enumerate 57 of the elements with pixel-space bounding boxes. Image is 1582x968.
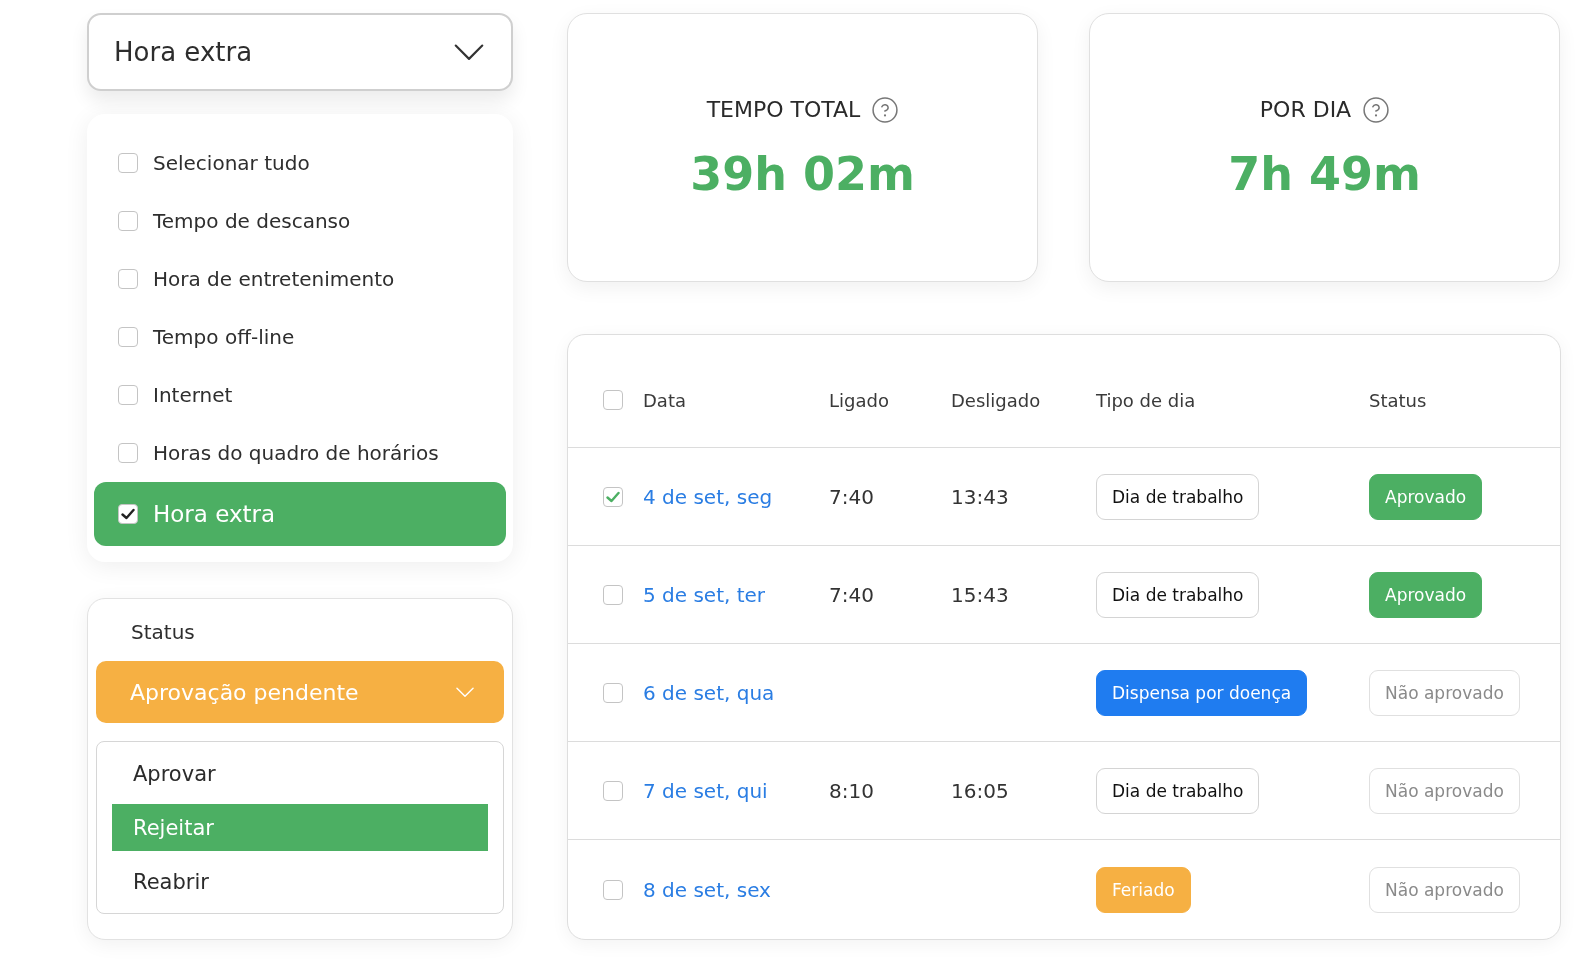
filter-option[interactable]: Tempo off-line: [94, 308, 506, 366]
checkbox[interactable]: [118, 269, 138, 289]
column-header: Ligado: [829, 389, 889, 411]
checkbox[interactable]: [118, 211, 138, 231]
filter-option[interactable]: Hora de entretenimento: [94, 250, 506, 308]
date-link[interactable]: 8 de set, sex: [643, 878, 771, 902]
status-tag: Aprovado: [1369, 571, 1483, 618]
checked-checkbox[interactable]: [603, 486, 623, 507]
filter-option[interactable]: Horas do quadro de horários: [94, 424, 506, 482]
status-tag: Não aprovado: [1369, 767, 1520, 814]
checkbox[interactable]: [603, 880, 623, 900]
column-header: Status: [1369, 389, 1427, 411]
filter-option[interactable]: Internet: [94, 366, 506, 424]
chevron-down-icon: [454, 43, 484, 61]
checked-checkbox[interactable]: [118, 504, 138, 524]
checkbox[interactable]: [118, 385, 138, 405]
checkbox[interactable]: [603, 682, 623, 703]
time-cell: 7:40: [829, 484, 874, 509]
menu-item[interactable]: Aprovar: [112, 750, 488, 797]
day-type-tag: Dia de trabalho: [1096, 767, 1260, 814]
checkbox[interactable]: [603, 390, 623, 410]
help-icon[interactable]: [1363, 97, 1390, 123]
checkbox[interactable]: [118, 327, 138, 347]
stat-value: 39h 02m: [690, 146, 915, 202]
status-tag: Não aprovado: [1369, 867, 1520, 913]
filter-option[interactable]: Selecionar tudo: [94, 134, 506, 192]
checkbox[interactable]: [603, 584, 623, 605]
date-link[interactable]: 6 de set, qua: [643, 680, 775, 705]
stat-label: POR DIA: [1259, 96, 1352, 124]
date-link[interactable]: 7 de set, qui: [643, 778, 768, 803]
day-type-tag: Dispensa por doença: [1096, 669, 1308, 716]
filter-option[interactable]: Tempo de descanso: [94, 192, 506, 250]
column-header: Data: [643, 389, 686, 411]
time-cell: 15:43: [951, 582, 1009, 607]
day-type-tag: Feriado: [1096, 867, 1191, 913]
time-cell: 7:40: [829, 582, 874, 607]
stat-label: TEMPO TOTAL: [706, 96, 861, 124]
day-type-tag: Dia de trabalho: [1096, 473, 1260, 520]
help-icon[interactable]: [872, 97, 899, 123]
day-type-tag: Dia de trabalho: [1096, 571, 1260, 618]
status-tag: Não aprovado: [1369, 669, 1520, 716]
checkbox[interactable]: [118, 153, 138, 173]
time-cell: 13:43: [951, 484, 1009, 509]
column-header: Tipo de dia: [1096, 389, 1196, 411]
status-label: Status: [131, 619, 195, 646]
stat-value: 7h 49m: [1228, 146, 1421, 202]
type-dropdown[interactable]: Hora extra: [87, 13, 513, 91]
time-cell: 8:10: [829, 778, 874, 803]
time-cell: 16:05: [951, 778, 1009, 803]
status-tag: Aprovado: [1369, 473, 1483, 520]
chevron-down-icon: [456, 686, 474, 698]
column-header: Desligado: [951, 389, 1041, 411]
date-link[interactable]: 5 de set, ter: [643, 582, 766, 607]
menu-item[interactable]: Reabrir: [112, 858, 488, 905]
checkbox[interactable]: [118, 443, 138, 463]
date-link[interactable]: 4 de set, seg: [643, 484, 773, 509]
checkbox[interactable]: [603, 780, 623, 801]
